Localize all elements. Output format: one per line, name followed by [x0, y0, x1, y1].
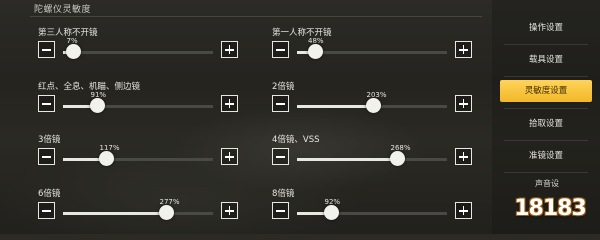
- sidebar-divider: [504, 140, 588, 141]
- sidebar-item-sensitivity[interactable]: 灵敏度设置: [500, 80, 592, 102]
- slider-track[interactable]: [63, 105, 213, 108]
- increase-button[interactable]: [221, 41, 238, 58]
- sidebar-divider: [504, 44, 588, 45]
- slider-track[interactable]: [63, 158, 213, 161]
- increase-button[interactable]: [221, 95, 238, 112]
- sidebar-item-vehicle[interactable]: 载具设置: [500, 49, 592, 71]
- section-divider: [30, 16, 482, 17]
- setting-3x-scope: 3倍镜 117%: [38, 133, 238, 175]
- decrease-button[interactable]: [38, 148, 55, 165]
- setting-8x-scope: 8倍镜 92%: [272, 187, 472, 229]
- slider-knob[interactable]: [90, 98, 105, 113]
- slider-knob[interactable]: [159, 205, 174, 220]
- slider-knob[interactable]: [324, 205, 339, 220]
- sidebar-item-crosshair[interactable]: 准镜设置: [500, 145, 592, 167]
- slider-knob[interactable]: [307, 44, 323, 59]
- slider-track[interactable]: [63, 212, 213, 215]
- increase-button[interactable]: [455, 41, 472, 58]
- sidebar-item-controls[interactable]: 操作设置: [500, 17, 592, 39]
- sidebar-divider: [504, 108, 588, 109]
- decrease-button[interactable]: [38, 95, 55, 112]
- increase-button[interactable]: [455, 148, 472, 165]
- slider-track[interactable]: [297, 158, 447, 161]
- slider-fill: [297, 158, 398, 161]
- decrease-button[interactable]: [272, 202, 289, 219]
- decrease-button[interactable]: [272, 95, 289, 112]
- increase-button[interactable]: [221, 202, 238, 219]
- decrease-button[interactable]: [272, 41, 289, 58]
- setting-label: 4倍镜、VSS: [272, 135, 320, 145]
- slider-fill: [63, 212, 167, 215]
- sidebar-item-pickup[interactable]: 拾取设置: [500, 113, 592, 135]
- increase-button[interactable]: [221, 148, 238, 165]
- slider-knob[interactable]: [390, 151, 405, 166]
- increase-button[interactable]: [455, 202, 472, 219]
- slider-track[interactable]: [297, 212, 447, 215]
- setting-6x-scope: 6倍镜 277%: [38, 187, 238, 229]
- slider-fill: [297, 105, 374, 108]
- setting-label: 2倍镜: [272, 82, 295, 92]
- slider-knob[interactable]: [366, 98, 381, 113]
- decrease-button[interactable]: [38, 202, 55, 219]
- setting-label: 8倍镜: [272, 189, 295, 199]
- slider-track[interactable]: [63, 51, 213, 54]
- sidebar-divider: [504, 172, 588, 173]
- setting-red-dot-holo: 红点、全息、机瞄、侧边镜 91%: [38, 80, 238, 122]
- decrease-button[interactable]: [272, 148, 289, 165]
- setting-third-person-no-scope: 第三人称不开镜 7%: [38, 26, 238, 68]
- setting-2x-scope: 2倍镜 203%: [272, 80, 472, 122]
- sidebar-divider: [504, 76, 588, 77]
- section-title: 陀螺仪灵敏度: [34, 5, 92, 15]
- sidebar-item-audio[interactable]: 声音设: [535, 178, 595, 189]
- setting-label: 6倍镜: [38, 189, 61, 199]
- slider-knob[interactable]: [66, 44, 81, 59]
- setting-first-person-no-scope: 第一人称不开镜 48%: [272, 26, 472, 68]
- setting-label: 红点、全息、机瞄、侧边镜: [38, 82, 141, 92]
- setting-4x-vss-scope: 4倍镜、VSS 268%: [272, 133, 472, 175]
- watermark-logo-text: 18183: [514, 196, 587, 221]
- increase-button[interactable]: [455, 95, 472, 112]
- setting-label: 3倍镜: [38, 135, 61, 145]
- slider-knob[interactable]: [99, 151, 114, 166]
- decrease-button[interactable]: [38, 41, 55, 58]
- site-watermark: 声音设 18183: [505, 176, 595, 230]
